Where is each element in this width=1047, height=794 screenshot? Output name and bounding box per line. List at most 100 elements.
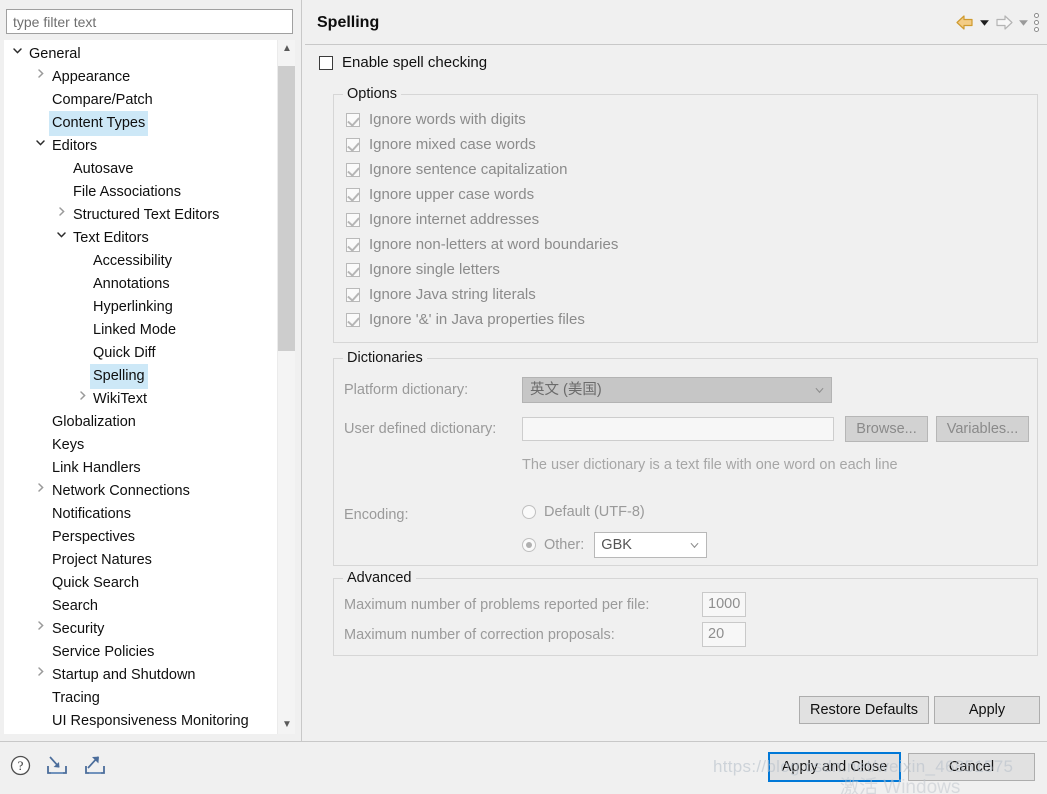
option-checkbox[interactable] [346,112,360,127]
tree-item-keys[interactable]: Keys [4,433,274,456]
tree-item-service-policies[interactable]: Service Policies [4,640,274,663]
chevron-right-icon[interactable] [33,479,47,502]
tree-item-search[interactable]: Search [4,594,274,617]
enable-spell-checking-row[interactable]: Enable spell checking [319,54,487,71]
forward-arrow-icon[interactable] [995,15,1013,30]
option-checkbox[interactable] [346,287,360,302]
chevron-right-icon[interactable] [54,203,68,226]
encoding-other-combobox[interactable]: GBK [594,532,708,558]
tree-item-notifications[interactable]: Notifications [4,502,274,525]
tree-item-network-connections[interactable]: Network Connections [4,479,274,502]
tree-item-link-handlers[interactable]: Link Handlers [4,456,274,479]
tree-item-quick-diff[interactable]: Quick Diff [4,341,274,364]
tree-item-structured-text-editors[interactable]: Structured Text Editors [4,203,274,226]
tree-item-project-natures[interactable]: Project Natures [4,548,274,571]
tree-item-ui-responsiveness-monitoring[interactable]: UI Responsiveness Monitoring [4,709,274,732]
option-checkbox[interactable] [346,162,360,177]
option-checkbox[interactable] [346,312,360,327]
option-row[interactable]: Ignore single letters [346,257,618,282]
view-menu-icon[interactable] [1034,13,1039,32]
variables-button[interactable]: Variables... [936,416,1029,442]
tree-item-startup-and-shutdown[interactable]: Startup and Shutdown [4,663,274,686]
tree-item-label: Editors [52,138,98,154]
tree-item-label: Autosave [73,161,134,177]
restore-defaults-label: Restore Defaults [810,702,918,718]
chevron-right-icon[interactable] [33,65,47,88]
tree-item-label: File Associations [73,184,181,200]
option-checkbox[interactable] [346,212,360,227]
tree-item-linked-mode[interactable]: Linked Mode [4,318,274,341]
browse-button[interactable]: Browse... [845,416,928,442]
tree-item-security[interactable]: Security [4,617,274,640]
option-checkbox[interactable] [346,187,360,202]
tree-item-general[interactable]: General [4,42,274,65]
chevron-right-icon[interactable] [33,663,47,686]
apply-button[interactable]: Apply [934,696,1040,724]
page-header: Spelling [305,0,1047,45]
back-arrow-icon[interactable] [956,15,974,30]
cancel-button[interactable]: Cancel [908,753,1035,781]
chevron-down-icon[interactable] [33,134,47,157]
max-problems-input[interactable]: 1000 [702,592,746,617]
back-history-chevron-down-icon[interactable] [979,17,990,28]
tree-item-spelling[interactable]: Spelling [4,364,274,389]
tree-item-appearance[interactable]: Appearance [4,65,274,88]
tree-item-globalization[interactable]: Globalization [4,410,274,433]
tree-item-accessibility[interactable]: Accessibility [4,249,274,272]
tree-item-compare-patch[interactable]: Compare/Patch [4,88,274,111]
option-row[interactable]: Ignore sentence capitalization [346,157,618,182]
export-icon[interactable] [83,754,107,779]
help-icon[interactable]: ? [10,755,31,779]
tree-item-tracing[interactable]: Tracing [4,686,274,709]
option-checkbox[interactable] [346,262,360,277]
encoding-other-row[interactable]: Other: GBK [522,532,708,558]
tree-item-label: WikiText [93,391,147,407]
tree-item-label: General [29,46,81,62]
chevron-down-icon[interactable] [54,226,68,249]
tree-item-perspectives[interactable]: Perspectives [4,525,274,548]
option-row[interactable]: Ignore mixed case words [346,132,618,157]
tree-item-text-editors[interactable]: Text Editors [4,226,274,249]
chevron-right-icon[interactable] [33,617,47,640]
chevron-down-icon[interactable] [10,42,24,65]
option-checkbox[interactable] [346,137,360,152]
encoding-default-radio[interactable] [522,505,536,519]
tree-item-quick-search[interactable]: Quick Search [4,571,274,594]
platform-dictionary-combobox[interactable]: 英文 (美国) [522,377,832,403]
chevron-right-icon[interactable] [75,387,89,410]
filter-input[interactable] [6,9,293,34]
tree-item-label: Security [52,621,105,637]
tree-item-autosave[interactable]: Autosave [4,157,274,180]
encoding-default-row[interactable]: Default (UTF-8) [522,504,645,520]
tree-item-label: Link Handlers [52,460,141,476]
max-proposals-value: 20 [708,626,725,642]
apply-and-close-button[interactable]: Apply and Close [768,752,901,782]
scroll-down-arrow-icon[interactable]: ▼ [278,716,295,734]
import-icon[interactable] [45,754,69,779]
tree-item-hyperlinking[interactable]: Hyperlinking [4,295,274,318]
encoding-other-radio[interactable] [522,538,536,552]
option-row[interactable]: Ignore upper case words [346,182,618,207]
tree-item-editors[interactable]: Editors [4,134,274,157]
tree-item-annotations[interactable]: Annotations [4,272,274,295]
preferences-tree[interactable]: General Appearance Compare/Patch Content Ty… [4,40,295,734]
restore-defaults-button[interactable]: Restore Defaults [799,696,929,724]
option-checkbox[interactable] [346,237,360,252]
option-row[interactable]: Ignore Java string literals [346,282,618,307]
scroll-up-arrow-icon[interactable]: ▲ [278,40,295,58]
option-row[interactable]: Ignore non-letters at word boundaries [346,232,618,257]
forward-history-chevron-down-icon[interactable] [1018,17,1029,28]
user-dictionary-input[interactable] [522,417,834,441]
max-proposals-input[interactable]: 20 [702,622,746,647]
tree-item-content-types[interactable]: Content Types [4,111,274,136]
options-group-legend: Options [343,86,401,102]
option-row[interactable]: Ignore '&' in Java properties files [346,307,618,332]
tree-item-wikitext[interactable]: WikiText [4,387,274,410]
option-row[interactable]: Ignore internet addresses [346,207,618,232]
tree-vertical-scrollbar[interactable]: ▲ ▼ [277,40,295,734]
scrollbar-thumb[interactable] [278,66,295,351]
advanced-group-legend: Advanced [343,570,416,586]
option-row[interactable]: Ignore words with digits [346,107,618,132]
enable-spell-checking-checkbox[interactable] [319,55,333,70]
tree-item-file-associations[interactable]: File Associations [4,180,274,203]
